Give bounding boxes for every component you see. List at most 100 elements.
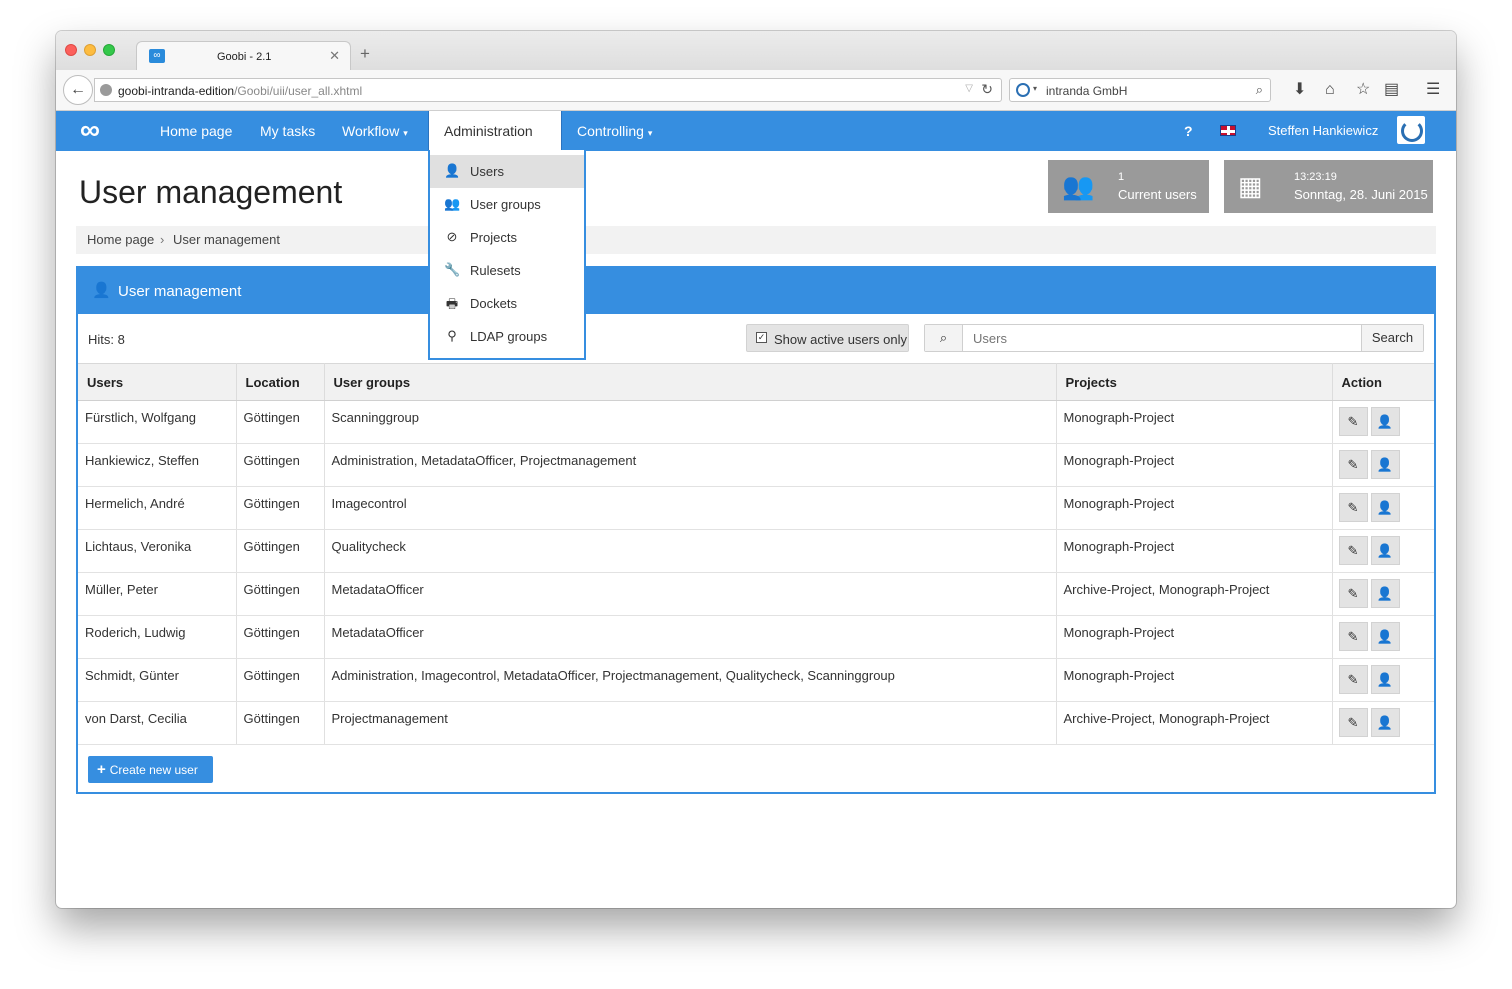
menu-workflow[interactable]: Workflow ▾ (342, 123, 408, 139)
switch-user-icon[interactable]: 👤 (1370, 493, 1400, 522)
cell-projects: Archive-Project, Monograph-Project (1056, 701, 1333, 745)
bookmark-star-icon[interactable]: ☆ (1356, 81, 1370, 99)
date-time-box: ▦ 13:23:19 Sonntag, 28. Juni 2015 (1224, 160, 1433, 213)
cell-projects: Monograph-Project (1056, 658, 1333, 702)
table-row: Hankiewicz, Steffen Göttingen Administra… (78, 443, 1434, 487)
show-active-users-label: Show active users only (774, 332, 907, 347)
user-name[interactable]: Steffen Hankiewicz (1268, 123, 1378, 138)
reading-list-icon[interactable]: ▤ (1384, 81, 1399, 99)
intranda-logo-icon[interactable] (1397, 116, 1425, 144)
table-row: Hermelich, André Göttingen Imagecontrol … (78, 486, 1434, 530)
close-window-button[interactable] (65, 44, 77, 56)
admin-menu-user-groups[interactable]: 👥 User groups (430, 188, 584, 221)
panel-title: User management (118, 283, 242, 300)
user-search-input[interactable] (963, 325, 1361, 351)
edit-pencil-icon[interactable]: ✎ (1338, 622, 1368, 651)
table-row: Müller, Peter Göttingen MetadataOfficer … (78, 572, 1434, 616)
zoom-window-button[interactable] (103, 44, 115, 56)
admin-menu-label: User groups (470, 197, 541, 212)
reload-icon[interactable]: ↻ (981, 81, 993, 98)
switch-user-icon[interactable]: 👤 (1370, 579, 1400, 608)
admin-menu-ldap-groups[interactable]: ⚲ LDAP groups (430, 320, 584, 353)
column-header-location[interactable]: Location (236, 363, 325, 401)
show-active-users-toggle[interactable]: ✓ Show active users only (746, 324, 909, 352)
search-button[interactable]: Search (1361, 325, 1423, 351)
switch-user-icon[interactable]: 👤 (1370, 622, 1400, 651)
cell-user: Hermelich, André (78, 486, 237, 530)
menu-home-page[interactable]: Home page (160, 123, 232, 139)
download-icon[interactable]: ⬇ (1293, 81, 1306, 99)
plus-icon: + (97, 761, 106, 778)
cell-location: Göttingen (236, 701, 325, 745)
table-header-row: Users Location User groups Projects Acti… (78, 363, 1434, 401)
close-tab-icon[interactable]: ✕ (329, 48, 340, 64)
panel-header: 👤 User management (78, 268, 1434, 314)
back-button[interactable]: ← (63, 75, 93, 105)
url-text[interactable]: goobi-intranda-edition/Goobi/uii/user_al… (118, 84, 362, 98)
cell-action: ✎ 👤 (1332, 443, 1434, 487)
switch-user-icon[interactable]: 👤 (1370, 536, 1400, 565)
new-tab-icon[interactable]: + (360, 45, 370, 62)
table-row: Schmidt, Günter Göttingen Administration… (78, 658, 1434, 702)
breadcrumb-home[interactable]: Home page (87, 232, 154, 247)
edit-pencil-icon[interactable]: ✎ (1338, 450, 1368, 479)
goobi-logo-icon[interactable]: ∞ (80, 116, 100, 144)
column-header-user-groups[interactable]: User groups (324, 363, 1057, 401)
column-header-users[interactable]: Users (78, 363, 237, 401)
menu-administration[interactable]: Administration (428, 111, 562, 151)
switch-user-icon[interactable]: 👤 (1370, 665, 1400, 694)
switch-user-icon[interactable]: 👤 (1370, 450, 1400, 479)
edit-pencil-icon[interactable]: ✎ (1338, 665, 1368, 694)
column-header-action: Action (1332, 363, 1434, 401)
minimize-window-button[interactable] (84, 44, 96, 56)
cell-user-groups: MetadataOfficer (324, 572, 1057, 616)
ldap-icon: ⚲ (447, 328, 457, 343)
admin-menu-label: Rulesets (470, 263, 521, 278)
cell-action: ✎ 👤 (1332, 615, 1434, 659)
menu-my-tasks[interactable]: My tasks (260, 123, 315, 139)
admin-menu-projects[interactable]: ⊘ Projects (430, 221, 584, 254)
help-icon[interactable]: ? (1184, 123, 1193, 139)
switch-user-icon[interactable]: 👤 (1370, 407, 1400, 436)
hamburger-menu-icon[interactable]: ☰ (1426, 81, 1440, 99)
column-header-projects[interactable]: Projects (1056, 363, 1333, 401)
search-engine-icon[interactable] (1016, 83, 1030, 97)
switch-user-icon[interactable]: 👤 (1370, 708, 1400, 737)
checkbox-checked-icon[interactable]: ✓ (756, 332, 767, 343)
edit-pencil-icon[interactable]: ✎ (1338, 493, 1368, 522)
current-users-label: Current users (1118, 187, 1197, 202)
english-flag-icon[interactable] (1220, 125, 1236, 136)
edit-pencil-icon[interactable]: ✎ (1338, 708, 1368, 737)
menu-controlling[interactable]: Controlling ▾ (577, 123, 652, 139)
cell-location: Göttingen (236, 529, 325, 573)
admin-menu-label: Users (470, 164, 504, 179)
edit-pencil-icon[interactable]: ✎ (1338, 407, 1368, 436)
browser-tab[interactable]: ∞ Goobi - 2.1 ✕ (136, 41, 351, 71)
url-bar[interactable]: goobi-intranda-edition/Goobi/uii/user_al… (94, 78, 1002, 102)
admin-menu-dockets[interactable]: 🖶 Dockets (430, 287, 584, 320)
cell-user: Roderich, Ludwig (78, 615, 237, 659)
cell-projects: Monograph-Project (1056, 400, 1333, 444)
edit-pencil-icon[interactable]: ✎ (1338, 536, 1368, 565)
cell-user-groups: Administration, Imagecontrol, MetadataOf… (324, 658, 1057, 702)
browser-search-input[interactable]: intranda GmbH (1046, 84, 1127, 98)
search-icon[interactable]: ⌕ (1256, 82, 1263, 98)
admin-menu-users[interactable]: 👤 Users (430, 155, 584, 188)
home-icon[interactable]: ⌂ (1325, 81, 1335, 99)
cell-action: ✎ 👤 (1332, 658, 1434, 702)
current-users-box[interactable]: 👥 1 Current users (1048, 160, 1209, 213)
cell-projects: Monograph-Project (1056, 443, 1333, 487)
url-dropdown-icon[interactable]: ▽ (965, 83, 973, 94)
admin-menu-rulesets[interactable]: 🔧 Rulesets (430, 254, 584, 287)
browser-search-bar[interactable]: ▾ intranda GmbH ⌕ (1009, 78, 1271, 102)
users-icon: 👥 (1062, 171, 1095, 201)
current-date: Sonntag, 28. Juni 2015 (1294, 187, 1428, 202)
cell-user-groups: MetadataOfficer (324, 615, 1057, 659)
edit-pencil-icon[interactable]: ✎ (1338, 579, 1368, 608)
create-new-user-button[interactable]: + Create new user (88, 756, 213, 783)
cell-user: Fürstlich, Wolfgang (78, 400, 237, 444)
cell-user: Schmidt, Günter (78, 658, 237, 702)
browser-window: ∞ Goobi - 2.1 ✕ + goobi-intranda-edition… (56, 31, 1456, 908)
goobi-favicon-icon: ∞ (149, 49, 165, 63)
engine-caret-icon[interactable]: ▾ (1033, 84, 1037, 93)
